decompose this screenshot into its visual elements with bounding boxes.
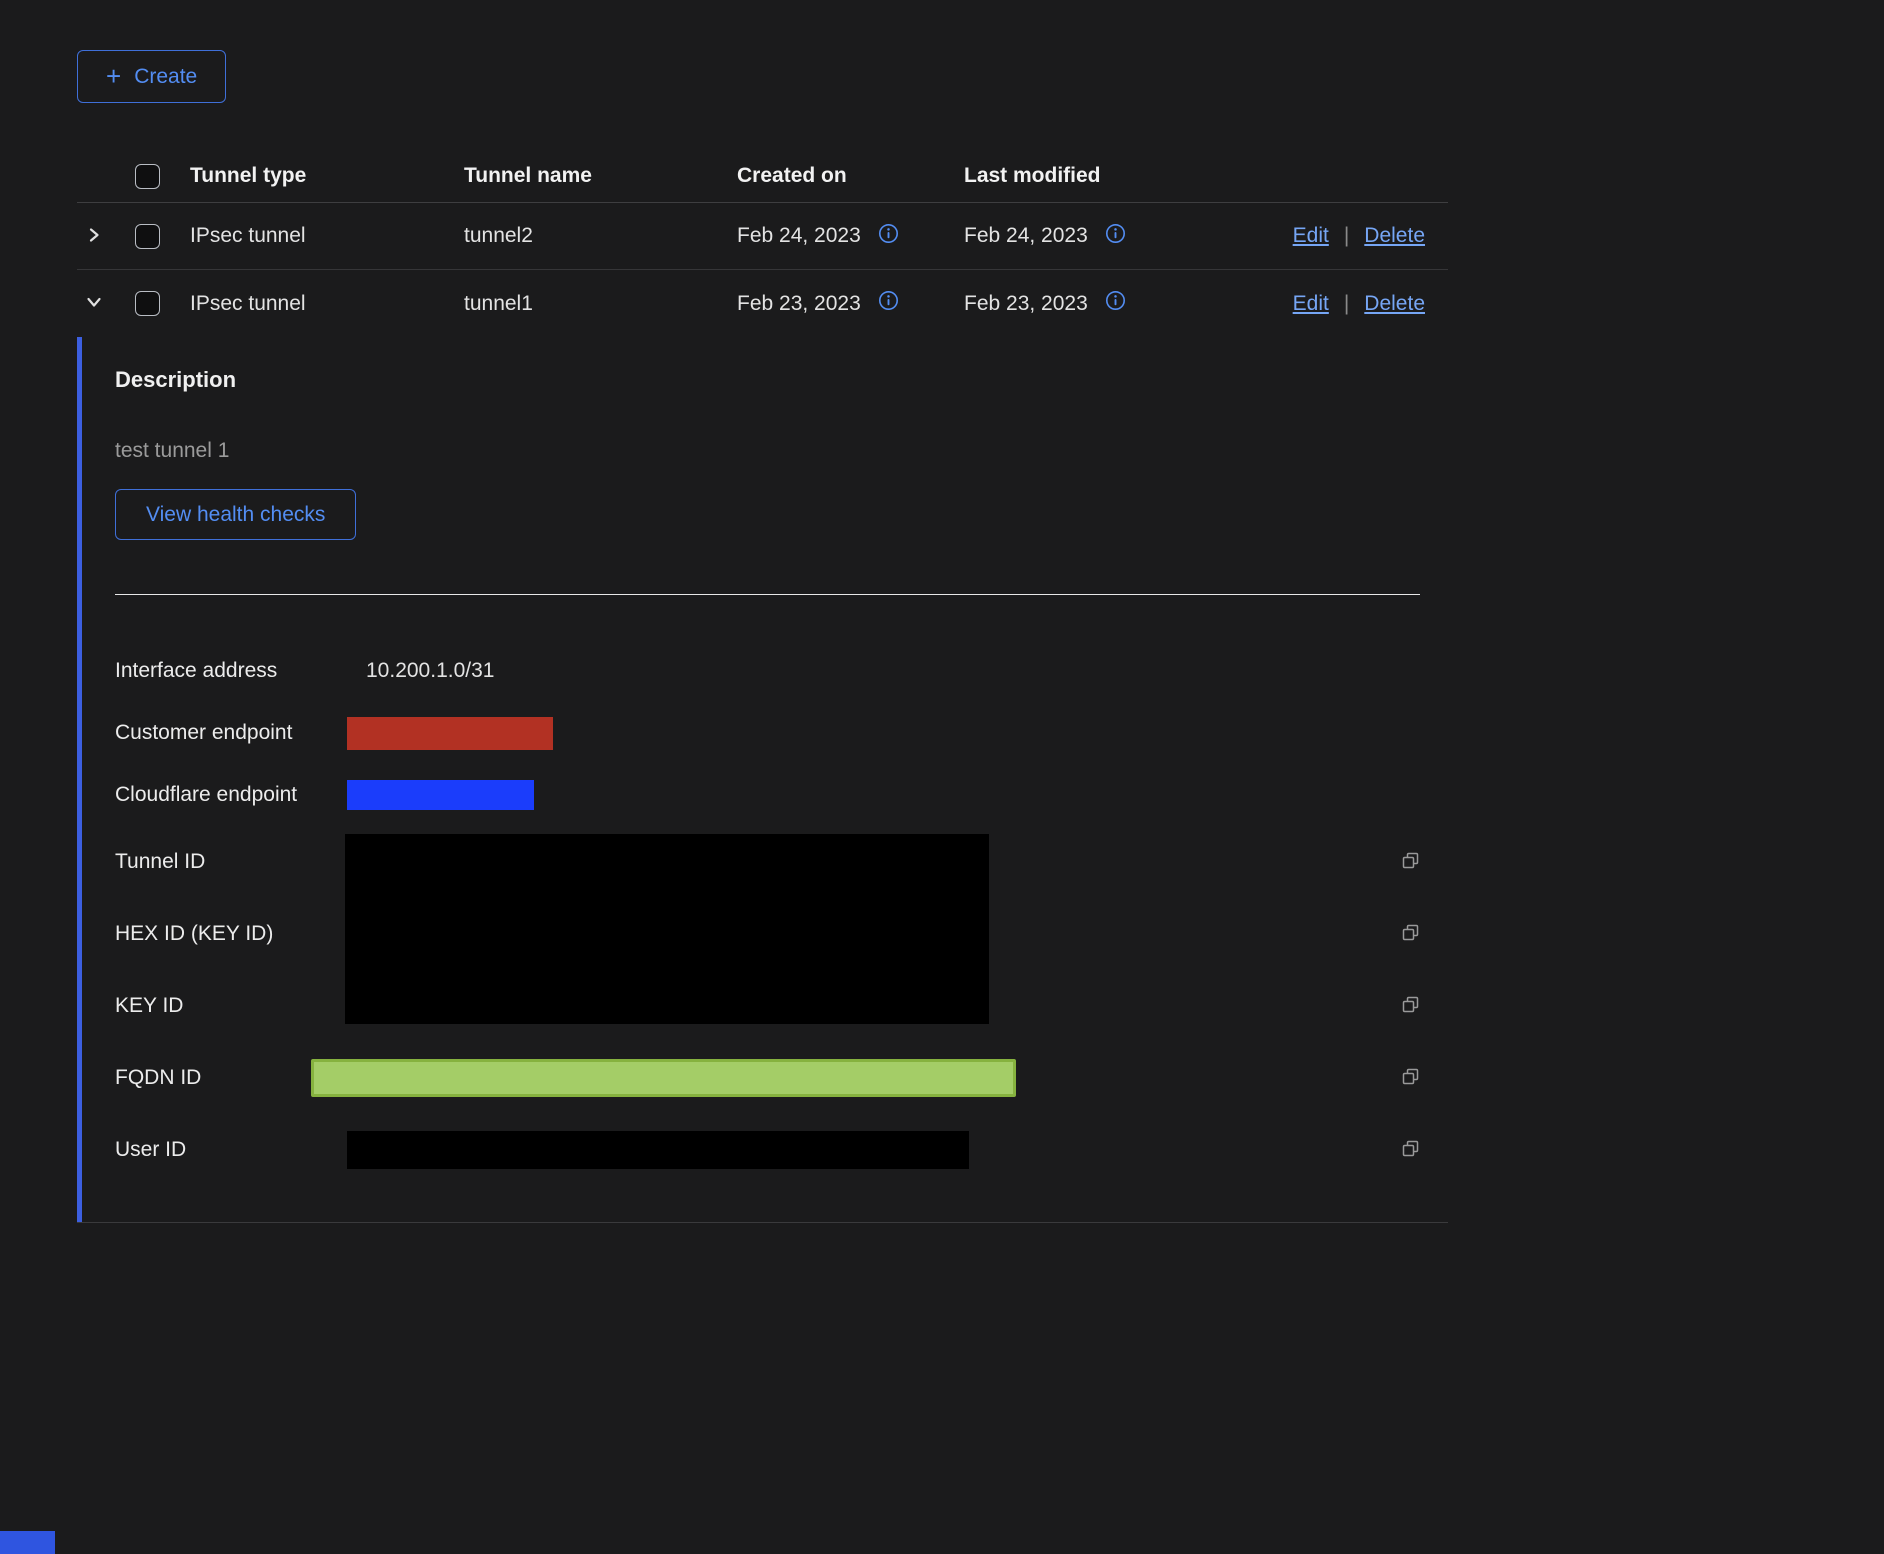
tunnel-detail-panel: Description test tunnel 1 View health ch…: [77, 337, 1448, 1222]
copy-key-id-button[interactable]: [1400, 994, 1422, 1019]
delete-link[interactable]: Delete: [1364, 292, 1425, 316]
action-separator: |: [1344, 224, 1349, 248]
tunnels-table: Tunnel type Tunnel name Created on Last …: [77, 150, 1448, 1223]
redacted-cloudflare-endpoint: [347, 780, 534, 810]
row-checkbox[interactable]: [135, 224, 160, 249]
redacted-customer-endpoint: [347, 717, 553, 750]
tunnel-fields: Interface address 10.200.1.0/31 Customer…: [115, 640, 1448, 1186]
info-icon[interactable]: [878, 290, 899, 317]
info-icon[interactable]: [1105, 290, 1126, 317]
last-modified-cell: Feb 23, 2023: [964, 292, 1088, 316]
redacted-user-id: [347, 1131, 969, 1169]
copy-hex-id-button[interactable]: [1400, 922, 1422, 947]
fqdn-id-row: FQDN ID: [115, 1042, 1448, 1114]
description-heading: Description: [115, 367, 1448, 393]
user-id-label: User ID: [115, 1138, 345, 1162]
tunnel-name-cell: tunnel1: [464, 292, 737, 316]
tunnel-name-cell: tunnel2: [464, 224, 737, 248]
chevron-right-icon: [85, 226, 103, 247]
collapse-row-button[interactable]: [85, 293, 103, 314]
copy-icon: [1400, 850, 1422, 875]
row-checkbox[interactable]: [135, 291, 160, 316]
chevron-down-icon: [85, 293, 103, 314]
tunnel-type-cell: IPsec tunnel: [190, 292, 464, 316]
expand-row-button[interactable]: [85, 226, 103, 247]
table-header-row: Tunnel type Tunnel name Created on Last …: [77, 150, 1448, 203]
id-fields-group: Tunnel ID HEX ID (KEY ID): [115, 826, 1448, 1042]
interface-address-row: Interface address 10.200.1.0/31: [115, 640, 1448, 702]
cloudflare-endpoint-row: Cloudflare endpoint: [115, 764, 1448, 826]
plus-icon: +: [106, 63, 121, 89]
interface-address-value: 10.200.1.0/31: [345, 659, 494, 683]
section-divider: [115, 594, 1420, 595]
hex-id-label: HEX ID (KEY ID): [115, 922, 345, 946]
cloudflare-endpoint-label: Cloudflare endpoint: [115, 783, 345, 807]
created-on-cell: Feb 23, 2023: [737, 292, 861, 316]
copy-icon: [1400, 1066, 1422, 1091]
interface-address-label: Interface address: [115, 659, 345, 683]
header-last-modified: Last modified: [964, 164, 1254, 188]
customer-endpoint-row: Customer endpoint: [115, 702, 1448, 764]
table-row-tunnel1: IPsec tunnel tunnel1 Feb 23, 2023 Feb 23…: [77, 270, 1448, 337]
edit-link[interactable]: Edit: [1293, 292, 1329, 316]
tunnel-id-label: Tunnel ID: [115, 850, 345, 874]
table-bottom-divider: [77, 1222, 1448, 1223]
edit-link[interactable]: Edit: [1293, 224, 1329, 248]
bottom-accent-bar: [0, 1531, 55, 1554]
info-icon[interactable]: [878, 223, 899, 250]
redacted-id-block: [345, 834, 989, 1024]
copy-icon: [1400, 1138, 1422, 1163]
tunnel-type-cell: IPsec tunnel: [190, 224, 464, 248]
header-tunnel-name: Tunnel name: [464, 164, 737, 188]
copy-tunnel-id-button[interactable]: [1400, 850, 1422, 875]
delete-link[interactable]: Delete: [1364, 224, 1425, 248]
key-id-label: KEY ID: [115, 994, 345, 1018]
created-on-cell: Feb 24, 2023: [737, 224, 861, 248]
header-tunnel-type: Tunnel type: [190, 164, 464, 188]
copy-fqdn-id-button[interactable]: [1400, 1066, 1422, 1091]
copy-user-id-button[interactable]: [1400, 1138, 1422, 1163]
create-button-label: Create: [134, 65, 197, 89]
customer-endpoint-label: Customer endpoint: [115, 721, 345, 745]
view-health-checks-button[interactable]: View health checks: [115, 489, 356, 540]
select-all-checkbox[interactable]: [135, 164, 160, 189]
redacted-fqdn-id: [311, 1059, 1016, 1097]
copy-icon: [1400, 994, 1422, 1019]
user-id-row: User ID: [115, 1114, 1448, 1186]
info-icon[interactable]: [1105, 223, 1126, 250]
header-created-on: Created on: [737, 164, 964, 188]
action-separator: |: [1344, 292, 1349, 316]
tunnels-page: + Create Tunnel type Tunnel name Created…: [77, 50, 1448, 1223]
last-modified-cell: Feb 24, 2023: [964, 224, 1088, 248]
copy-icon: [1400, 922, 1422, 947]
create-button[interactable]: + Create: [77, 50, 226, 103]
table-row-tunnel2: IPsec tunnel tunnel2 Feb 24, 2023 Feb 24…: [77, 203, 1448, 270]
description-value: test tunnel 1: [115, 439, 1448, 463]
